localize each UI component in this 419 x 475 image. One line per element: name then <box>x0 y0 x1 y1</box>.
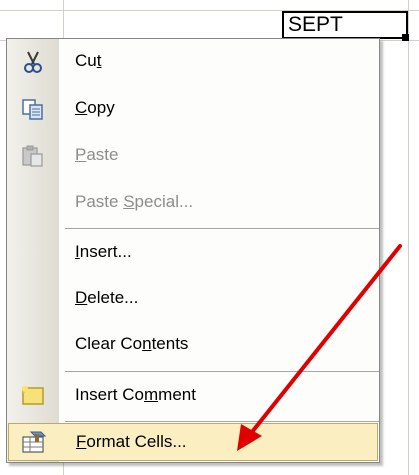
menu-item-label: Clear Contents <box>75 334 189 353</box>
menu-item-label: Paste Special... <box>75 192 194 211</box>
menu-separator <box>65 421 379 422</box>
menu-item-insert[interactable]: Insert... <box>8 231 378 275</box>
cell-value: SEPT <box>288 13 343 36</box>
menu-item-label: Copy <box>75 98 115 117</box>
context-menu: Cut Copy Paste Paste Special... Insert..… <box>6 38 380 463</box>
column-gridline <box>408 0 409 475</box>
fill-handle[interactable] <box>402 34 409 41</box>
paste-icon <box>20 144 46 168</box>
menu-item-cut[interactable]: Cut <box>8 40 378 84</box>
comment-icon <box>20 384 46 408</box>
menu-item-label: Insert... <box>75 242 132 261</box>
scissors-icon <box>20 50 46 74</box>
menu-item-insert-comment[interactable]: Insert Comment <box>8 374 378 418</box>
copy-icon <box>20 97 46 121</box>
menu-item-label: Paste <box>75 145 119 164</box>
menu-item-format-cells[interactable]: Format Cells... <box>8 423 378 461</box>
menu-item-clear-contents[interactable]: Clear Contents <box>8 323 378 367</box>
menu-separator <box>65 371 379 372</box>
menu-item-delete[interactable]: Delete... <box>8 277 378 321</box>
menu-item-label: Insert Comment <box>75 385 196 404</box>
selected-cell[interactable]: SEPT <box>282 11 408 39</box>
menu-item-paste[interactable]: Paste <box>8 134 378 178</box>
menu-item-label: Delete... <box>75 288 139 307</box>
menu-item-copy[interactable]: Copy <box>8 87 378 131</box>
format-cells-icon <box>21 430 47 454</box>
menu-item-label: Format Cells... <box>76 432 187 451</box>
menu-item-paste-special[interactable]: Paste Special... <box>8 181 378 225</box>
menu-item-label: Cut <box>75 51 102 70</box>
menu-separator <box>65 228 379 229</box>
